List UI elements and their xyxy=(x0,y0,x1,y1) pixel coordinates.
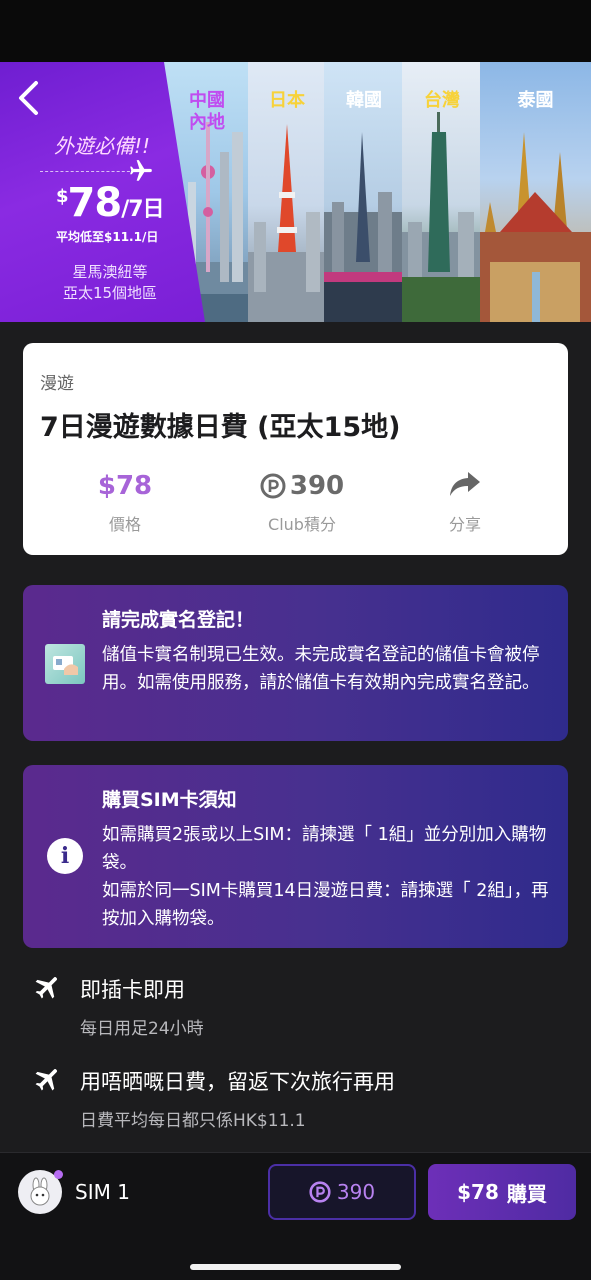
destination-taiwan: 台灣 xyxy=(402,62,482,322)
feature-title: 用唔晒嘅日費，留返下次旅行再用 xyxy=(80,1070,395,1094)
product-category: 漫遊 xyxy=(40,374,74,394)
club-points-label: Club積分 xyxy=(268,515,336,534)
share-button[interactable]: 分享 xyxy=(400,469,530,535)
registration-notice: 請完成實名登記！ 儲值卡實名制現已生效。未完成實名登記的儲值卡會被停用。如需使用… xyxy=(23,585,568,741)
promo-region-text: 星馬澳紐等 亞太15個地區 xyxy=(62,263,158,302)
app-page: 中國 內地 日本 韓國 台灣 泰國 外遊必備!! $78/7日 平均低至$11.… xyxy=(0,0,591,1280)
info-icon: i xyxy=(47,838,83,874)
airplane-icon xyxy=(35,1069,57,1091)
club-points-value: 390 xyxy=(289,471,345,501)
destination-label: 中國 內地 xyxy=(189,90,225,133)
destination-thailand: 泰國 xyxy=(480,62,591,322)
sim-notice-heading: 購買SIM卡須知 xyxy=(102,789,237,811)
feature-subtitle: 每日用足24小時 xyxy=(80,1019,204,1039)
sim-label[interactable]: SIM 1 xyxy=(75,1180,130,1204)
status-dot xyxy=(54,1170,63,1179)
destination-label: 台灣 xyxy=(424,90,460,111)
feature-subtitle: 日費平均每日都只係HK$11.1 xyxy=(80,1111,306,1131)
destination-label: 泰國 xyxy=(517,90,554,111)
dashed-divider xyxy=(40,171,135,172)
rabbit-icon xyxy=(30,1177,50,1206)
club-points-icon xyxy=(260,473,286,499)
destination-label: 日本 xyxy=(269,90,305,111)
price-label: 價格 xyxy=(108,515,141,534)
promo-tagline: 外遊必備!! xyxy=(54,134,151,158)
chevron-left-icon xyxy=(19,81,38,115)
price-stat: $78 價格 xyxy=(60,469,190,535)
product-title: 7日漫遊數據日費 (亞太15地) xyxy=(40,412,401,443)
home-indicator[interactable] xyxy=(190,1264,401,1270)
club-points-stat: 390 Club積分 xyxy=(237,469,367,535)
destination-label: 韓國 xyxy=(346,90,382,111)
sim-purchase-notice: i 購買SIM卡須知 如需購買2張或以上SIM：請揀選「 1組」並分別加入購物袋… xyxy=(23,765,568,948)
promo-banner[interactable]: 中國 內地 日本 韓國 台灣 泰國 外遊必備!! $78/7日 平均低至$11.… xyxy=(0,62,591,322)
id-card-icon xyxy=(45,644,85,684)
registration-heading: 請完成實名登記！ xyxy=(102,609,255,631)
share-icon xyxy=(450,472,480,496)
club-points-icon xyxy=(309,1181,331,1203)
buy-button[interactable]: $78 購買 xyxy=(428,1164,576,1220)
sim-avatar[interactable] xyxy=(18,1170,63,1214)
destination-korea: 韓國 xyxy=(324,62,404,322)
airplane-icon xyxy=(35,977,57,999)
share-label: 分享 xyxy=(448,515,481,534)
status-area xyxy=(0,0,591,62)
bottom-action-bar: SIM 1 390 $78 購買 xyxy=(0,1152,591,1280)
feature-title: 即插卡即用 xyxy=(80,978,185,1002)
promo-price: $78/7日 xyxy=(56,180,165,226)
destination-japan: 日本 xyxy=(248,62,326,322)
redeem-points-button[interactable]: 390 xyxy=(268,1164,416,1220)
sim-notice-body: 如需購買2張或以上SIM：請揀選「 1組」並分別加入購物袋。 如需於同一SIM卡… xyxy=(102,825,549,929)
registration-body: 儲值卡實名制現已生效。未完成實名登記的儲值卡會被停用。如需使用服務，請於儲值卡有… xyxy=(102,645,540,693)
promo-average-price: 平均低至$11.1/日 xyxy=(56,230,159,244)
price-value: $78 xyxy=(97,471,153,501)
back-button[interactable] xyxy=(10,78,46,118)
product-info-card: 漫遊 7日漫遊數據日費 (亞太15地) $78 價格 390 Club積分 分享 xyxy=(23,343,568,555)
